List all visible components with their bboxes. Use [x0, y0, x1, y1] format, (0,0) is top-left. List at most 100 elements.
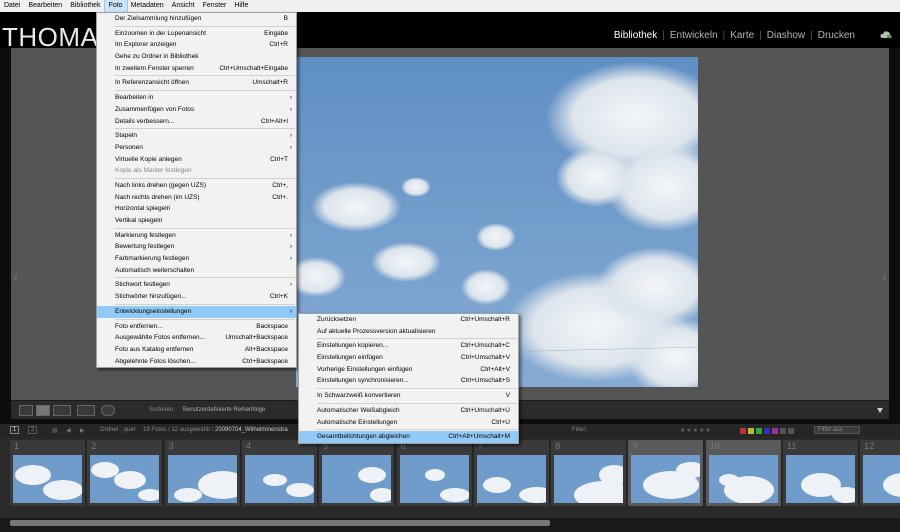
filmstrip-thumbnail[interactable]: 10: [705, 440, 782, 506]
menu-item[interactable]: Stichwörter hinzufügen... Ctrl+K: [97, 291, 296, 303]
menu-item[interactable]: Auf aktuelle Prozessversion aktualisiere…: [299, 326, 518, 338]
left-panel-toggle-icon[interactable]: [13, 274, 17, 282]
menu-item[interactable]: Gehe zu Ordner in Bibliothek: [97, 51, 296, 63]
menu-datei[interactable]: Datei: [0, 0, 24, 12]
rating-stars[interactable]: ★★★★★: [680, 427, 712, 434]
menu-item[interactable]: Details verbessern... Ctrl+Alt+I: [97, 116, 296, 128]
menu-item[interactable]: Zurücksetzen Ctrl+Umschalt+R: [299, 314, 518, 326]
filmstrip-thumbnail[interactable]: 5: [319, 440, 396, 506]
survey-view-button[interactable]: [77, 405, 95, 416]
menu-item[interactable]: Farbmarkierung festlegen ›: [97, 253, 296, 265]
menu-separator: [115, 75, 295, 77]
monitor-1-button[interactable]: 1: [10, 426, 20, 434]
menu-item[interactable]: Personen ›: [97, 142, 296, 154]
menu-item[interactable]: Horizontal spiegeln: [97, 203, 296, 215]
selection-count: 19 Fotos / 12 ausgewählt /: [143, 427, 214, 433]
menu-item-label: Farbmarkierung festlegen: [115, 255, 190, 263]
filmstrip-thumbnail[interactable]: 7: [473, 440, 550, 506]
filmstrip-thumbnail[interactable]: 12: [860, 440, 900, 506]
filmstrip-thumbnail[interactable]: 9: [628, 440, 705, 506]
cloud-icon[interactable]: [880, 31, 892, 39]
menu-item[interactable]: Einstellungen synchronisieren... Ctrl+Ums…: [299, 375, 518, 387]
menu-ansicht[interactable]: Ansicht: [168, 0, 199, 12]
menu-item[interactable]: In Schwarzweiß konvertieren V: [299, 390, 518, 402]
module-karte[interactable]: Karte: [725, 30, 759, 41]
filmstrip-thumbnail[interactable]: 3: [164, 440, 241, 506]
menu-bar: Datei Bearbeiten Bibliothek Foto Metadaten An…: [0, 0, 900, 13]
selected-filename: 20090704_Wilhelminenstra: [215, 427, 288, 433]
filmstrip-thumbnail[interactable]: 8: [551, 440, 628, 506]
thumbnail-image: [786, 455, 855, 503]
menu-item[interactable]: Der Zielsammlung hinzufügen B: [97, 13, 296, 25]
menu-item[interactable]: Bearbeiten in ›: [97, 92, 296, 104]
filmstrip-scrollbar[interactable]: [10, 520, 550, 526]
menu-item[interactable]: Ausgewählte Fotos entfernen... Umschalt+B…: [97, 332, 296, 344]
thumbnail-image: [863, 455, 900, 503]
menu-item[interactable]: Automatische Einstellungen Ctrl+U: [299, 417, 518, 429]
monitor-2-button[interactable]: 2: [28, 426, 38, 434]
menu-bibliothek[interactable]: Bibliothek: [66, 0, 104, 12]
menu-item-shortcut: Eingabe: [264, 29, 288, 37]
loupe-view-button[interactable]: [36, 405, 50, 416]
menu-item-label: In Referenzansicht öffnen: [115, 79, 189, 87]
filmstrip-thumbnail[interactable]: 11: [783, 440, 859, 506]
menu-item-shortcut: Ctrl+Alt+V: [480, 365, 510, 373]
filmstrip-thumbnail[interactable]: 6: [396, 440, 473, 506]
menu-separator: [317, 338, 517, 340]
module-diashow[interactable]: Diashow: [762, 30, 810, 41]
menu-item-label: Bewertung festlegen: [115, 243, 175, 251]
menu-item[interactable]: Abgelehnte Fotos löschen... Ctrl+Backspac…: [97, 356, 296, 368]
grid-view-button[interactable]: [19, 405, 33, 416]
thumbnail-image: [708, 455, 778, 503]
menu-item[interactable]: Bewertung festlegen ›: [97, 241, 296, 253]
menu-item[interactable]: Einstellungen einfügen Ctrl+Umschalt+V: [299, 352, 518, 364]
menu-item[interactable]: Vorherige Einstellungen einfügen Ctrl+Alt…: [299, 364, 518, 376]
menu-item-label: Nach links drehen (gegen UZS): [115, 181, 207, 189]
menu-foto[interactable]: Foto: [103, 0, 128, 13]
thumbnail-image: [90, 455, 160, 503]
menu-item[interactable]: Nach rechts drehen (im UZS) Ctrl+.: [97, 192, 296, 204]
filmstrip-thumbnail[interactable]: 1: [10, 440, 86, 506]
menu-item-shortcut: Ctrl+Umschalt+R: [460, 316, 510, 323]
menu-item[interactable]: Foto aus Katalog entfernen Alt+Backspace: [97, 344, 296, 356]
module-entwickeln[interactable]: Entwickeln: [665, 30, 723, 41]
menu-item[interactable]: Gesamtbelichtungen abgleichen Ctrl+Alt+Um…: [299, 431, 518, 443]
menu-item[interactable]: Automatischer Weißabgleich Ctrl+Umschalt+…: [299, 405, 518, 417]
menu-item[interactable]: Stichwort festlegen ›: [97, 279, 296, 291]
menu-item[interactable]: Nach links drehen (gegen UZS) Ctrl+,: [97, 180, 296, 192]
menu-item[interactable]: Einzoomen in der Lupenansicht Eingabe: [97, 28, 296, 40]
toolbar-menu-chevron-icon[interactable]: [877, 408, 883, 413]
menu-item[interactable]: Zusammenfügen von Fotos ›: [97, 104, 296, 116]
menu-item[interactable]: Foto entfernen... Backspace: [97, 321, 296, 333]
sort-order-select[interactable]: Benutzerdefinierte Reihenfolge: [183, 407, 265, 413]
people-view-button[interactable]: [101, 405, 115, 416]
menu-item[interactable]: Automatisch weiterschalten: [97, 265, 296, 277]
menu-item[interactable]: Markierung festlegen ›: [97, 230, 296, 242]
menu-item[interactable]: Im Explorer anzeigen Ctrl+R: [97, 39, 296, 51]
right-panel-toggle-icon[interactable]: [883, 274, 887, 282]
menu-hilfe[interactable]: Hilfe: [230, 0, 252, 12]
forward-arrow-icon[interactable]: ▶: [80, 427, 85, 434]
menu-item[interactable]: Vertikal spiegeln: [97, 215, 296, 227]
menu-item[interactable]: Virtuelle Kopie anlegen Ctrl+T: [97, 154, 296, 166]
source-folder[interactable]: Ordner : quer: [100, 427, 136, 433]
grid-icon[interactable]: ▦: [52, 427, 58, 434]
menu-item[interactable]: Einstellungen kopieren... Ctrl+Umschalt+C: [299, 340, 518, 352]
compare-view-button[interactable]: [53, 405, 71, 416]
filter-preset-select[interactable]: Filter aus: [814, 426, 860, 434]
color-label-filter[interactable]: [740, 428, 794, 434]
back-arrow-icon[interactable]: ◀: [66, 427, 71, 434]
filmstrip-thumbnail[interactable]: 4: [241, 440, 318, 506]
filmstrip: 1 2 3 4 5 6 7 8 9 10 11 12: [0, 438, 900, 518]
menu-item[interactable]: In zweitem Fenster sperren Ctrl+Umschalt+…: [97, 63, 296, 75]
menu-bearbeiten[interactable]: Bearbeiten: [24, 0, 66, 12]
menu-metadaten[interactable]: Metadaten: [127, 0, 168, 12]
menu-item[interactable]: Stapeln ›: [97, 130, 296, 142]
filmstrip-thumbnail[interactable]: 2: [87, 440, 164, 506]
menu-item[interactable]: Entwicklungseinstellungen ›: [97, 305, 296, 318]
menu-item-label: In zweitem Fenster sperren: [115, 64, 194, 72]
menu-item[interactable]: In Referenzansicht öffnen Umschalt+R: [97, 77, 296, 89]
menu-fenster[interactable]: Fenster: [199, 0, 231, 12]
module-drucken[interactable]: Drucken: [813, 30, 860, 41]
module-bibliothek[interactable]: Bibliothek: [609, 30, 662, 41]
